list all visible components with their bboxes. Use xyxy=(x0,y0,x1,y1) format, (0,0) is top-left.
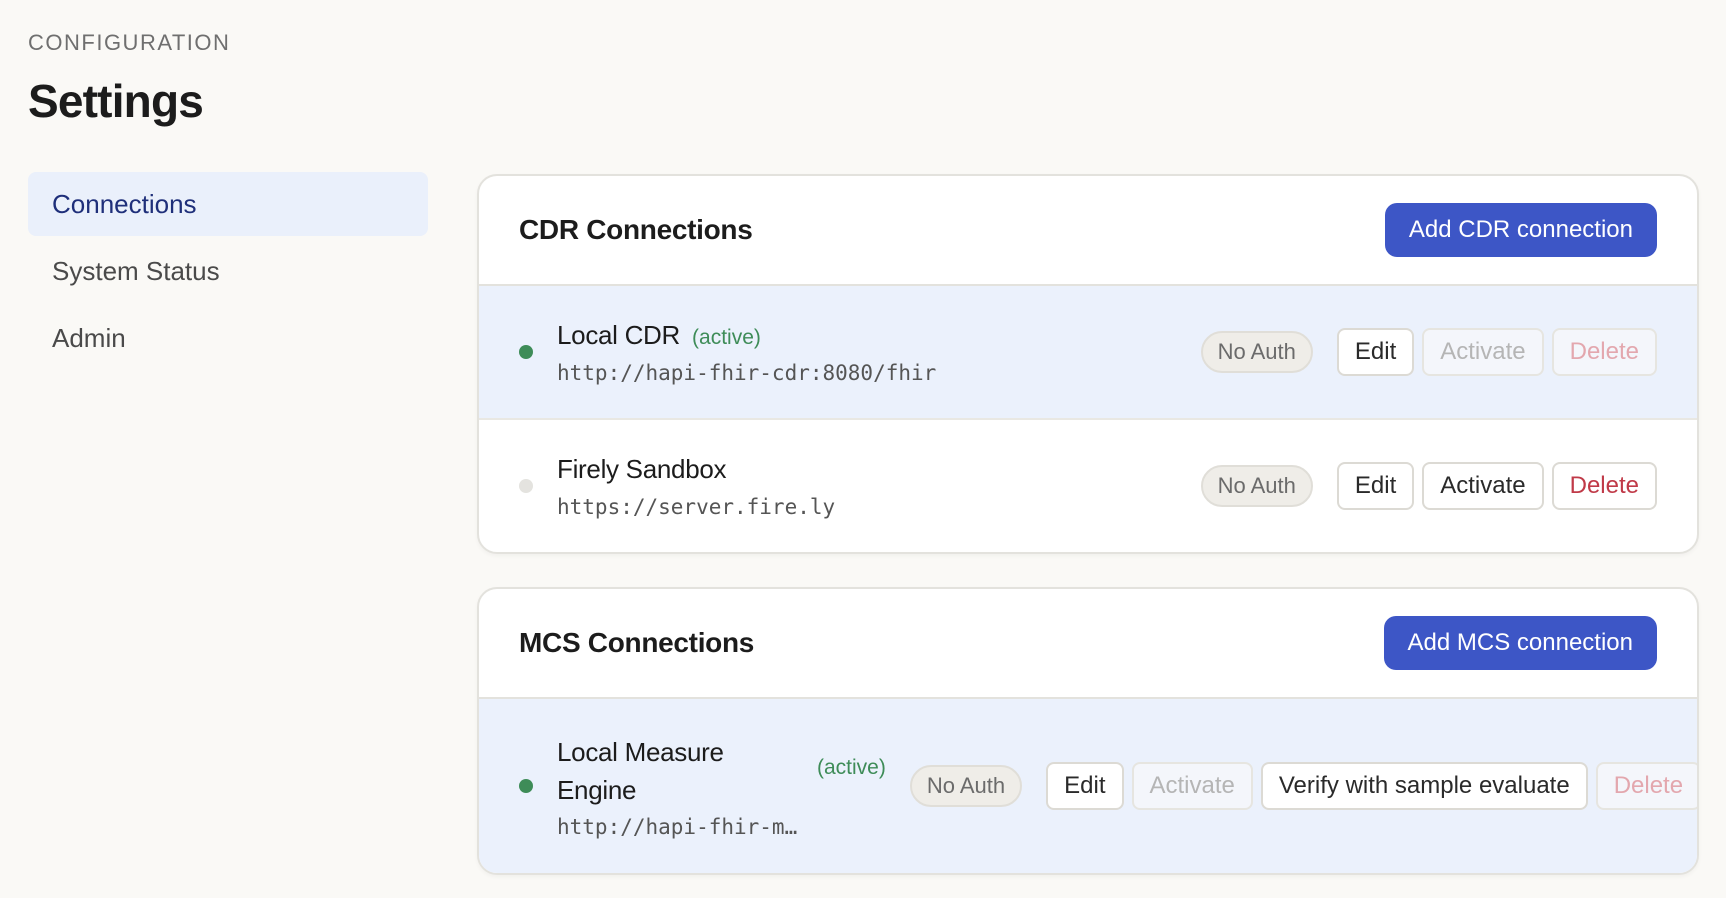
row-actions: Edit Activate Delete xyxy=(1336,328,1657,376)
connection-name: Local Measure Engine xyxy=(557,733,807,809)
edit-button[interactable]: Edit xyxy=(1046,762,1124,810)
auth-badge: No Auth xyxy=(1200,465,1313,507)
delete-button[interactable]: Delete xyxy=(1595,762,1697,810)
connection-name-line2: Engine xyxy=(557,775,637,805)
connection-url: https://server.fire.ly xyxy=(557,494,836,519)
row-actions: Edit Activate Delete xyxy=(1336,462,1657,510)
edit-button[interactable]: Edit xyxy=(1336,462,1415,510)
delete-button[interactable]: Delete xyxy=(1551,462,1657,510)
auth-badge: No Auth xyxy=(1200,331,1313,373)
row-actions: Edit Activate Verify with sample evaluat… xyxy=(1046,762,1697,810)
activate-button[interactable]: Activate xyxy=(1422,462,1544,510)
cdr-card-header: CDR Connections Add CDR connection xyxy=(479,176,1697,286)
connection-url: http://hapi-fhir-cdr:8080/fhir xyxy=(557,360,937,385)
active-status-dot xyxy=(519,345,533,359)
connection-info: Firely Sandbox https://server.fire.ly xyxy=(557,454,1201,519)
inactive-status-dot xyxy=(519,479,533,493)
connection-row-firely-sandbox: Firely Sandbox https://server.fire.ly No… xyxy=(479,420,1697,552)
sidebar-item-admin[interactable]: Admin xyxy=(28,306,428,370)
connection-name-line1: Local Measure xyxy=(557,737,724,767)
connection-name: Local CDR xyxy=(557,319,681,350)
connection-row-local-cdr: Local CDR (active) http://hapi-fhir-cdr:… xyxy=(479,286,1697,420)
auth-badge: No Auth xyxy=(909,765,1023,807)
add-cdr-connection-button[interactable]: Add CDR connection xyxy=(1384,203,1657,257)
activate-button[interactable]: Activate xyxy=(1422,328,1544,376)
active-label: (active) xyxy=(817,756,886,779)
add-mcs-connection-button[interactable]: Add MCS connection xyxy=(1383,616,1657,670)
connection-name: Firely Sandbox xyxy=(557,453,727,484)
mcs-connections-card: MCS Connections Add MCS connection Local… xyxy=(477,587,1699,875)
mcs-card-header: MCS Connections Add MCS connection xyxy=(479,589,1697,699)
active-label: (active) xyxy=(692,325,761,349)
activate-button[interactable]: Activate xyxy=(1131,762,1253,810)
connection-row-local-measure-engine: Local Measure Engine http://hapi-fhir-me… xyxy=(479,699,1697,873)
cdr-connections-card: CDR Connections Add CDR connection Local… xyxy=(477,174,1699,554)
verify-sample-evaluate-button[interactable]: Verify with sample evaluate xyxy=(1260,762,1588,810)
page-title: Settings xyxy=(28,75,204,127)
connection-url: http://hapi-fhir-measu… xyxy=(557,815,807,839)
delete-button[interactable]: Delete xyxy=(1551,328,1657,376)
settings-page: CONFIGURATION Settings Connections Syste… xyxy=(0,0,1726,898)
active-status-dot xyxy=(519,779,533,793)
settings-sidebar: Connections System Status Admin xyxy=(28,172,428,373)
cdr-card-title: CDR Connections xyxy=(519,214,753,245)
edit-button[interactable]: Edit xyxy=(1336,328,1415,376)
connection-info: Local CDR (active) http://hapi-fhir-cdr:… xyxy=(557,320,1201,385)
sidebar-item-connections[interactable]: Connections xyxy=(28,172,428,236)
sidebar-item-system-status[interactable]: System Status xyxy=(28,239,428,303)
connection-info: Local Measure Engine http://hapi-fhir-me… xyxy=(557,733,807,839)
mcs-card-title: MCS Connections xyxy=(519,627,755,658)
section-eyebrow: CONFIGURATION xyxy=(28,30,231,55)
